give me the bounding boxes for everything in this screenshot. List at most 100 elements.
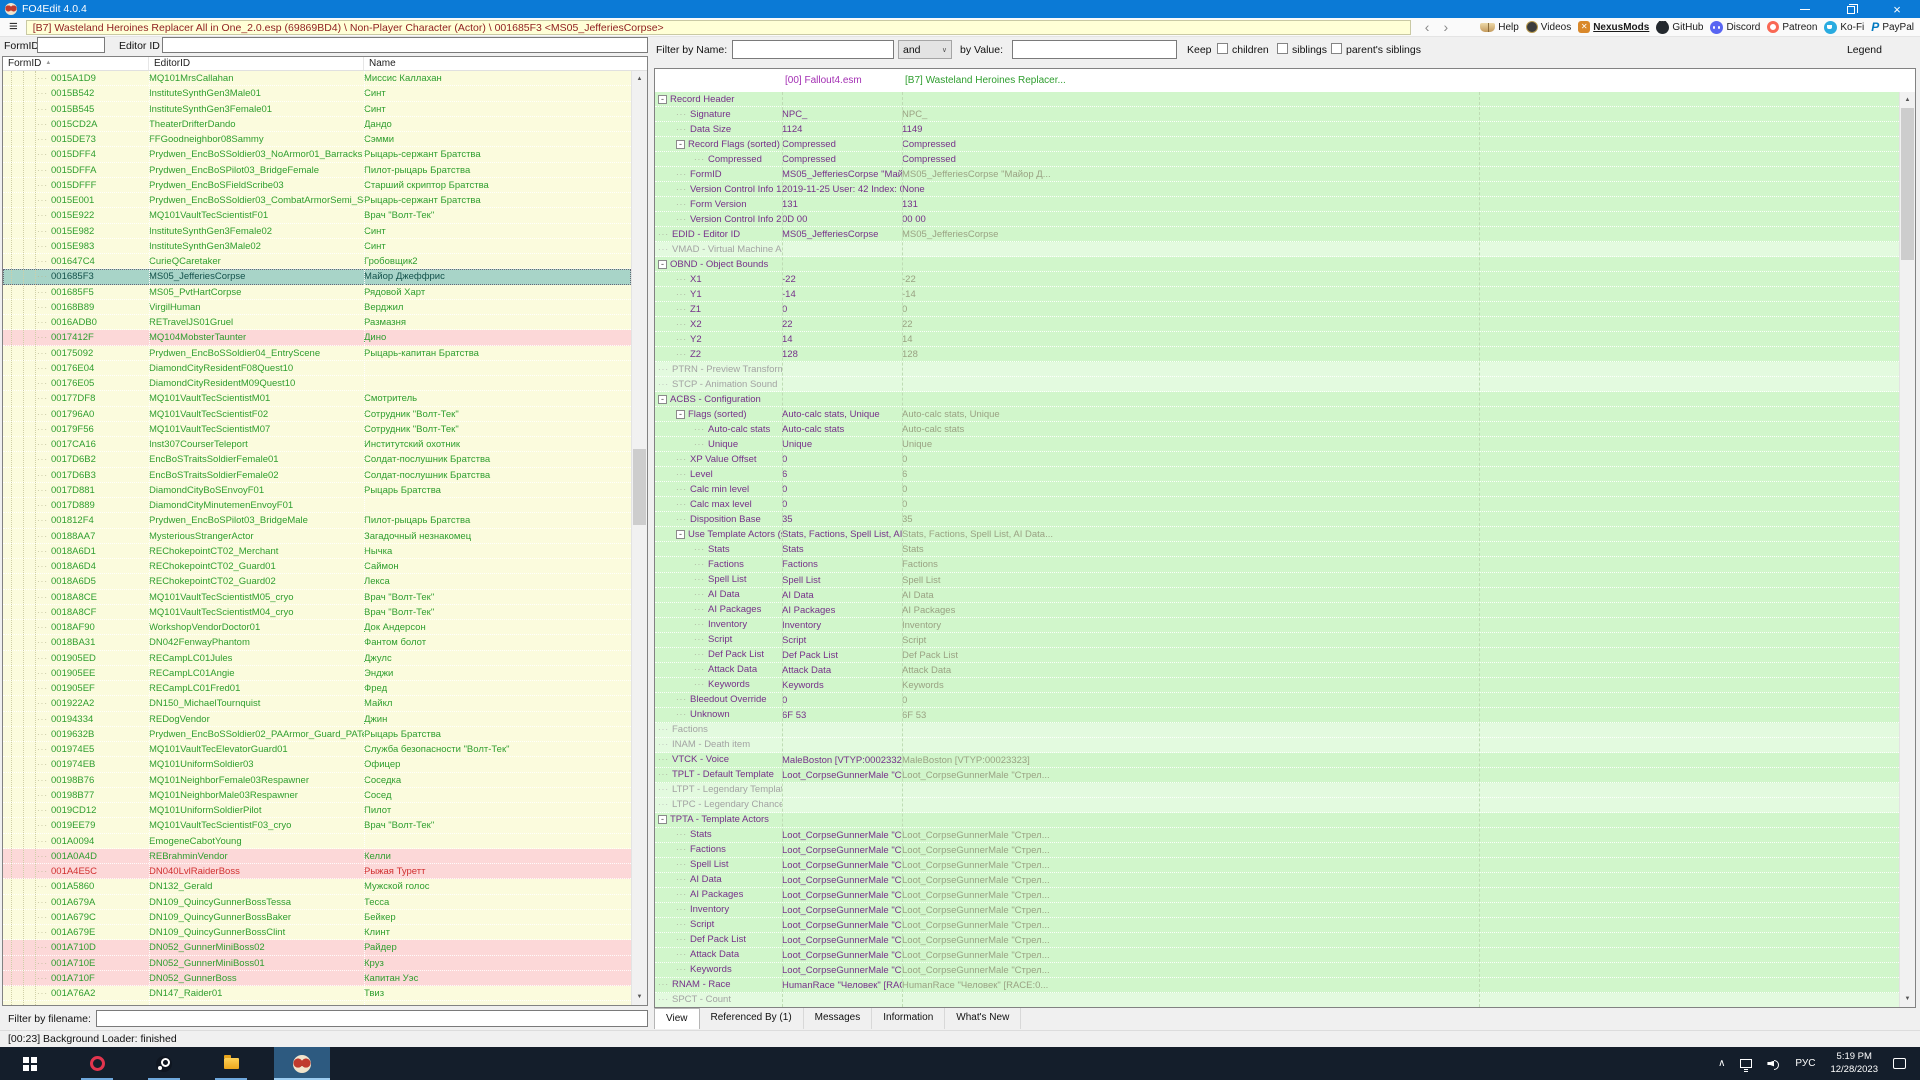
record-row[interactable]: ···InventoryLoot_CorpseGunnerMale "Стрел… (655, 903, 1899, 918)
table-row[interactable]: ···0015E982InstituteSynthGen3Female02Син… (3, 224, 631, 239)
table-row[interactable]: ···0017D889DiamondCityMinutemenEnvoyF01 (3, 498, 631, 513)
record-row[interactable]: ···Unknown6F 536F 53 (655, 708, 1899, 723)
record-row[interactable]: ···Y21414 (655, 332, 1899, 347)
record-row[interactable]: -Flags (sorted)Auto-calc stats, UniqueAu… (655, 407, 1899, 422)
record-row[interactable]: ···Spell ListLoot_CorpseGunnerMale "Стре… (655, 858, 1899, 873)
table-row[interactable]: ···0017412FMQ104MobsterTaunterДино (3, 330, 631, 345)
collapse-icon[interactable]: - (676, 410, 685, 419)
table-row[interactable]: ···00198B77MQ101NeighborMale03RespawnerС… (3, 788, 631, 803)
record-row[interactable]: ···SignatureNPC_NPC_ (655, 107, 1899, 122)
keep-children-checkbox[interactable] (1217, 43, 1228, 54)
record-row[interactable]: ···AI PackagesAI PackagesAI Packages (655, 603, 1899, 618)
record-row[interactable]: ···Z100 (655, 302, 1899, 317)
github-link[interactable]: GitHub (1656, 21, 1703, 34)
table-row[interactable]: ···001A5860DN132_GeraldМужской голос (3, 879, 631, 894)
table-row[interactable]: ···0018BA31DN042FenwayPhantomФантом боло… (3, 635, 631, 650)
table-row[interactable]: ···00188AA7MysteriousStrangerActorЗагадо… (3, 529, 631, 544)
table-row[interactable]: ···0019632BPrydwen_EncBoSSoldier02_PAArm… (3, 727, 631, 742)
collapse-icon[interactable]: - (658, 95, 667, 104)
column-header-name[interactable]: Name (364, 57, 647, 70)
taskbar-fo4edit-button[interactable] (274, 1047, 330, 1080)
record-row[interactable]: ···Version Control Info 20D 0000 00 (655, 212, 1899, 227)
right-scrollbar-thumb[interactable] (1901, 108, 1914, 260)
record-row[interactable]: ···INAM - Death item (655, 738, 1899, 753)
table-row[interactable]: ···00198B76MQ101NeighborFemale03Respawne… (3, 773, 631, 788)
back-icon[interactable]: ‹ (1425, 21, 1430, 33)
record-row[interactable]: ···Def Pack ListLoot_CorpseGunnerMale "С… (655, 933, 1899, 948)
record-row[interactable]: ···Attack DataAttack DataAttack Data (655, 663, 1899, 678)
table-row[interactable]: ···001685F5MS05_PvtHartCorpseРядовой Хар… (3, 285, 631, 300)
table-row[interactable]: ···0018A6D4REChokepointCT02_Guard01Саймо… (3, 559, 631, 574)
table-row[interactable]: ···001685F3MS05_JefferiesCorpseМайор Дже… (3, 269, 631, 284)
table-row[interactable]: ···00179F56MQ101VaultTecScientistM07Сотр… (3, 422, 631, 437)
table-row[interactable]: ···001974EBMQ101UniformSoldier03Офицер (3, 757, 631, 772)
record-row[interactable]: ···X22222 (655, 317, 1899, 332)
column-header-formid[interactable]: FormID▲ (3, 57, 149, 70)
record-row[interactable]: ···Def Pack ListDef Pack ListDef Pack Li… (655, 648, 1899, 663)
table-row[interactable]: ···0015DFFFPrydwen_EncBoSFieldScribe03Ст… (3, 178, 631, 193)
record-row[interactable]: ···Disposition Base3535 (655, 512, 1899, 527)
record-row[interactable]: ···Level66 (655, 467, 1899, 482)
record-row[interactable]: ···Calc max level00 (655, 497, 1899, 512)
table-row[interactable]: ···0015DFFAPrydwen_EncBoSPilot03_BridgeF… (3, 163, 631, 178)
kofi-link[interactable]: Ko-Fi (1824, 21, 1864, 34)
record-row[interactable]: ···Spell ListSpell ListSpell List (655, 573, 1899, 588)
left-scrollbar[interactable]: ▲ ▼ (631, 71, 647, 1005)
collapse-icon[interactable]: - (658, 815, 667, 824)
table-row[interactable]: ···0015E922MQ101VaultTecScientistF01Врач… (3, 208, 631, 223)
table-row[interactable]: ···001974E5MQ101VaultTecElevatorGuard01С… (3, 742, 631, 757)
table-row[interactable]: ···0018A6D5REChokepointCT02_Guard02Лекса (3, 574, 631, 589)
filter-name-input[interactable] (732, 40, 894, 59)
table-row[interactable]: ···001922A2DN150_MichaelTournquistМайкл (3, 696, 631, 711)
tab-referenced-by[interactable]: Referenced By (1) (700, 1008, 804, 1029)
record-row[interactable]: ···LTPT - Legendary Template (655, 783, 1899, 798)
table-row[interactable]: ···0017D881DiamondCityBoSEnvoyF01Рыцарь … (3, 483, 631, 498)
record-row[interactable]: ···VTCK - VoiceMaleBoston [VTYP:00023323… (655, 753, 1899, 768)
table-row[interactable]: ···00176E04DiamondCityResidentF08Quest10 (3, 361, 631, 376)
record-row[interactable]: ···Z2128128 (655, 347, 1899, 362)
taskbar-steam-button[interactable] (140, 1047, 188, 1080)
patreon-link[interactable]: Patreon (1767, 21, 1817, 33)
taskbar-opera-button[interactable] (73, 1047, 121, 1080)
column-header-wasteland-heroines[interactable]: [B7] Wasteland Heroines Replacer... (905, 75, 1066, 86)
scroll-down-icon[interactable]: ▼ (1900, 992, 1915, 1006)
language-indicator[interactable]: РУС (1795, 1058, 1815, 1069)
tab-messages[interactable]: Messages (804, 1008, 873, 1029)
filter-filename-input[interactable] (96, 1010, 648, 1027)
record-row[interactable]: ···LTPC - Legendary Chance (655, 798, 1899, 813)
record-row[interactable]: ···Auto-calc statsAuto-calc statsAuto-ca… (655, 422, 1899, 437)
filter-value-input[interactable] (1012, 40, 1177, 59)
table-row[interactable]: ···001A679ADN109_QuincyGunnerBossTessaТе… (3, 895, 631, 910)
table-row[interactable]: ···0018A6D1REChokepointCT02_MerchantНычк… (3, 544, 631, 559)
record-row[interactable]: ···FactionsLoot_CorpseGunnerMale "Стрел.… (655, 843, 1899, 858)
table-row[interactable]: ···001647C4CurieQCaretakerГробовщик2 (3, 254, 631, 269)
table-row[interactable]: ···001905EERECampLC01AngieЭнджи (3, 666, 631, 681)
table-row[interactable]: ···00176E05DiamondCityResidentM09Quest10 (3, 376, 631, 391)
record-row[interactable]: -Use Template Actors (sor...Stats, Facti… (655, 527, 1899, 542)
network-icon[interactable] (1740, 1059, 1752, 1068)
collapse-icon[interactable]: - (676, 140, 685, 149)
keep-siblings-checkbox[interactable] (1277, 43, 1288, 54)
scroll-down-icon[interactable]: ▼ (632, 990, 647, 1004)
scroll-up-icon[interactable]: ▲ (1900, 93, 1915, 107)
table-row[interactable]: ···0017D6B3EncBoSTraitsSoldierFemale02Со… (3, 468, 631, 483)
record-row[interactable]: ···Calc min level00 (655, 482, 1899, 497)
start-button[interactable] (6, 1047, 54, 1080)
table-row[interactable]: ···0018AF90WorkshopVendorDoctor01Док Анд… (3, 620, 631, 635)
filter-operator-select[interactable]: and ∨ (898, 40, 952, 59)
record-row[interactable]: ···StatsStatsStats (655, 542, 1899, 557)
minimize-button[interactable] (1782, 0, 1828, 18)
table-row[interactable]: ···001A679EDN109_QuincyGunnerBossClintКл… (3, 925, 631, 940)
record-row[interactable]: ···ScriptScriptScript (655, 633, 1899, 648)
tab-information[interactable]: Information (872, 1008, 945, 1029)
record-row[interactable]: ···Bleedout Override00 (655, 693, 1899, 708)
table-row[interactable]: ···0019CD12MQ101UniformSoldierPilotПилот (3, 803, 631, 818)
discord-link[interactable]: Discord (1710, 21, 1760, 34)
table-row[interactable]: ···0019EE79MQ101VaultTecScientistF03_cry… (3, 818, 631, 833)
right-scrollbar[interactable]: ▲ ▼ (1899, 92, 1915, 1007)
videos-link[interactable]: Videos (1526, 21, 1571, 33)
record-row[interactable]: ···ScriptLoot_CorpseGunnerMale "Стрел...… (655, 918, 1899, 933)
table-row[interactable]: ···00194334REDogVendorДжин (3, 712, 631, 727)
action-center-icon[interactable] (1893, 1058, 1906, 1069)
table-row[interactable]: ···00177DF8MQ101VaultTecScientistM01Смот… (3, 391, 631, 406)
